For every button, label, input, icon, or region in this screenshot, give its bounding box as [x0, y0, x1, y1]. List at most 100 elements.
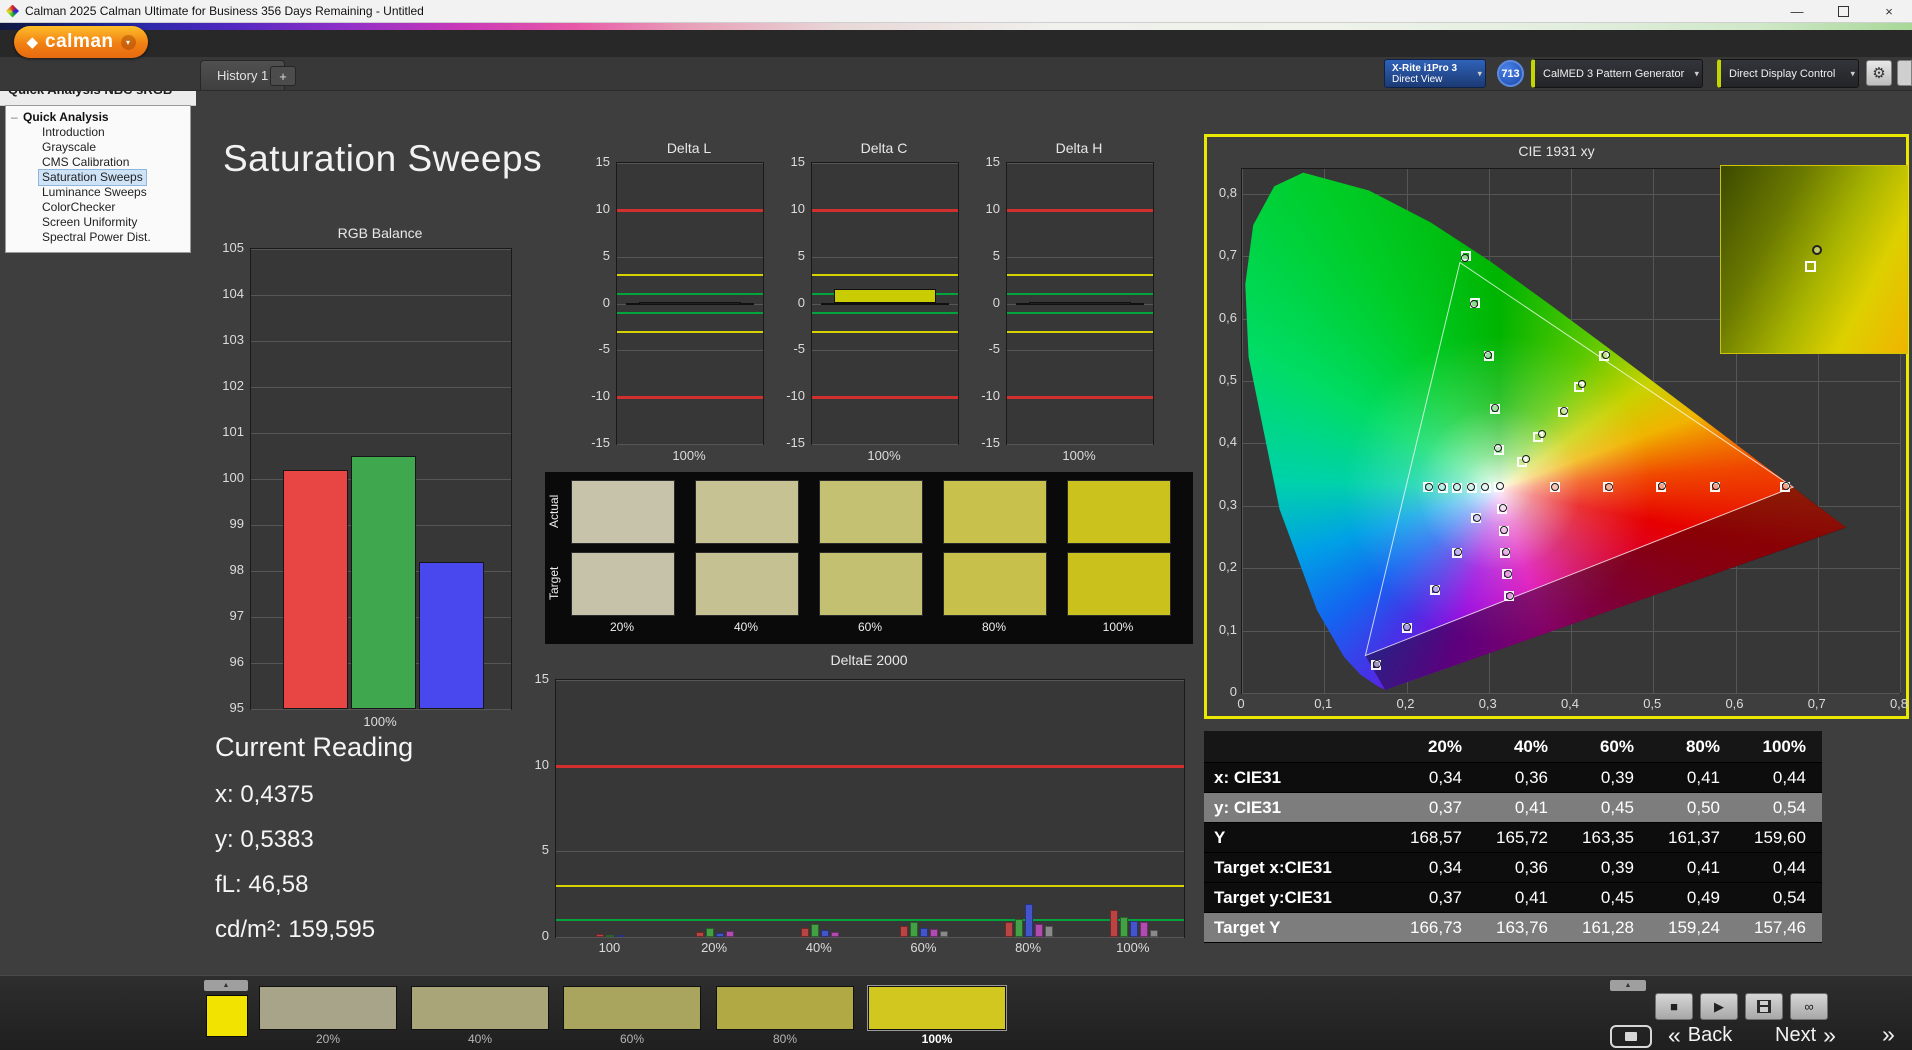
swatch-target-80 [943, 552, 1047, 616]
delta-bar [638, 302, 742, 306]
logo-dropdown-icon: ▾ [120, 34, 136, 50]
sidebar-item-screen-uniformity[interactable]: Screen Uniformity [39, 215, 140, 230]
patch-thumb-60[interactable]: 60% [563, 986, 701, 1046]
sidebar-item-saturation-sweeps[interactable]: Saturation Sweeps [38, 169, 147, 186]
patch-swatch [563, 986, 701, 1030]
row-label: Target y:CIE31 [1214, 887, 1332, 907]
tree-root[interactable]: – Quick Analysis [6, 109, 190, 125]
cie-title: CIE 1931 xy [1518, 143, 1595, 159]
table-header-row: 20% 40% 60% 80% 100% [1204, 731, 1822, 763]
gridline [617, 163, 763, 164]
deltae-title: DeltaE 2000 [830, 652, 908, 668]
gridline [251, 341, 511, 342]
sidebar-item-colorchecker[interactable]: ColorChecker [39, 200, 118, 215]
calman-logo-icon: ◆ [26, 34, 39, 51]
table-row-target-y: Target Y 166,73 163,76 161,28 159,24 157,46 [1204, 913, 1822, 943]
gridline [251, 249, 511, 250]
y-axis-label: 101 [222, 424, 244, 439]
y-axis-label: 10 [790, 200, 805, 216]
x-tick-label: 20% [701, 940, 728, 955]
back-button[interactable]: « Back [1668, 1021, 1732, 1049]
meter-name: X-Rite i1Pro 3 [1392, 63, 1458, 74]
limit-line-red [812, 396, 958, 400]
cell-value: 0,50 [1686, 797, 1720, 817]
patch-thumb-100[interactable]: 100% [868, 986, 1006, 1046]
sidebar-item-grayscale[interactable]: Grayscale [39, 140, 99, 155]
limit-line-yellow [1007, 274, 1153, 277]
next-button[interactable]: Next » [1775, 1021, 1836, 1049]
y-axis-label: 5 [602, 247, 610, 263]
close-button[interactable]: × [1866, 0, 1912, 22]
cell-value: 165,72 [1496, 827, 1548, 847]
patch-thumb-20[interactable]: 20% [259, 986, 397, 1046]
cell-value: 0,45 [1600, 797, 1634, 817]
rgb-bar-red [282, 469, 348, 709]
chevron-down-icon: ▾ [1477, 68, 1482, 78]
save-button[interactable] [1745, 993, 1783, 1020]
patch-thumb-80[interactable]: 80% [716, 986, 854, 1046]
maximize-button[interactable] [1820, 0, 1866, 22]
current-reading-lines: x: 0,4375 y: 0,5383 fL: 46,58 cd/m²: 159,59… [215, 781, 413, 944]
sidebar-item-cms-calibration[interactable]: CMS Calibration [39, 155, 132, 170]
y-tick-label: 0,2 [1218, 559, 1237, 575]
y-axis-label: 15 [534, 671, 549, 686]
add-tab-button[interactable]: + [270, 66, 296, 86]
cell-value: 0,49 [1686, 887, 1720, 907]
cell-value: 0,44 [1772, 767, 1806, 787]
y-axis-label: -5 [598, 341, 610, 357]
calman-menu-button[interactable]: ◆ calman ▾ [14, 26, 148, 58]
rgb-bar-green [351, 456, 417, 709]
x-tick-label: 0,5 [1643, 696, 1662, 711]
play-button[interactable]: ▶ [1700, 993, 1738, 1020]
x-tick-label: 0,4 [1560, 696, 1580, 711]
skip-forward-icon[interactable]: » [1882, 1021, 1895, 1048]
sidebar-item-introduction[interactable]: Introduction [39, 125, 108, 140]
meter-badge[interactable]: 713 [1497, 60, 1524, 87]
display-control-label: Direct Display Control [1729, 67, 1836, 80]
limit-line-red [617, 396, 763, 400]
sidebar-item-luminance-sweeps[interactable]: Luminance Sweeps [39, 185, 150, 200]
swatch-target-100 [1067, 552, 1171, 616]
swatch-actual-80 [943, 480, 1047, 544]
display-control-dropdown[interactable]: Direct Display Control ▾ [1717, 59, 1859, 88]
y-axis-label: 105 [222, 240, 244, 255]
delta-chart-delta-c: Delta C -15 -10 -5 0 5 10 15 100% [779, 138, 959, 473]
delta-chart-delta-l: Delta L -15 -10 -5 0 5 10 15 100% [584, 138, 764, 473]
next-label: Next [1775, 1023, 1817, 1046]
sidebar-tree-items: Introduction Grayscale CMS Calibration Satu… [6, 125, 190, 245]
gridline [1242, 693, 1900, 694]
stop-button[interactable]: ■ [1655, 993, 1693, 1020]
column-header: 60% [1599, 736, 1634, 756]
patch-thumb-40[interactable]: 40% [411, 986, 549, 1046]
reading-line: cd/m²: 159,595 [215, 916, 376, 943]
y-axis-label: 10 [595, 200, 610, 216]
y-axis-label: -10 [591, 388, 610, 404]
patch-panel-expand-button[interactable]: ▲ [204, 980, 248, 991]
y-tick-label: 0,3 [1218, 496, 1237, 512]
deltae-bar [716, 933, 725, 937]
tree-collapse-icon[interactable]: – [11, 109, 18, 125]
y-axis-label: 100 [222, 470, 244, 485]
continuous-read-button[interactable]: ∞ [1790, 993, 1828, 1020]
y-axis-label: -15 [786, 435, 805, 450]
transport-expand-button[interactable]: ▲ [1610, 980, 1646, 991]
y-axis-label: 102 [222, 378, 244, 393]
cie-measurement-marker [1506, 591, 1515, 600]
edge-panel-button[interactable] [1897, 60, 1912, 86]
delta-plot [1006, 162, 1154, 445]
column-header: 80% [1685, 736, 1720, 756]
deltae-bar [1025, 904, 1034, 937]
chevron-down-icon: ▾ [1850, 68, 1855, 78]
minimize-button[interactable]: — [1774, 0, 1820, 22]
pattern-generator-dropdown[interactable]: CalMED 3 Pattern Generator ▾ [1531, 59, 1703, 88]
x-tick-label: 0,8 [1889, 696, 1909, 711]
settings-button[interactable]: ⚙ [1866, 60, 1892, 86]
cie-zoom-inset [1720, 165, 1908, 354]
y-tick-label: 0,4 [1218, 434, 1237, 450]
cell-value: 0,41 [1514, 887, 1548, 907]
deltae-bar [920, 927, 929, 937]
pattern-window-button[interactable] [1610, 1025, 1652, 1048]
sidebar-item-spectral-power-dist[interactable]: Spectral Power Dist. [39, 230, 154, 245]
meter-dropdown[interactable]: X-Rite i1Pro 3 Direct View ▾ [1384, 59, 1486, 88]
swatch-actual-40 [695, 480, 799, 544]
